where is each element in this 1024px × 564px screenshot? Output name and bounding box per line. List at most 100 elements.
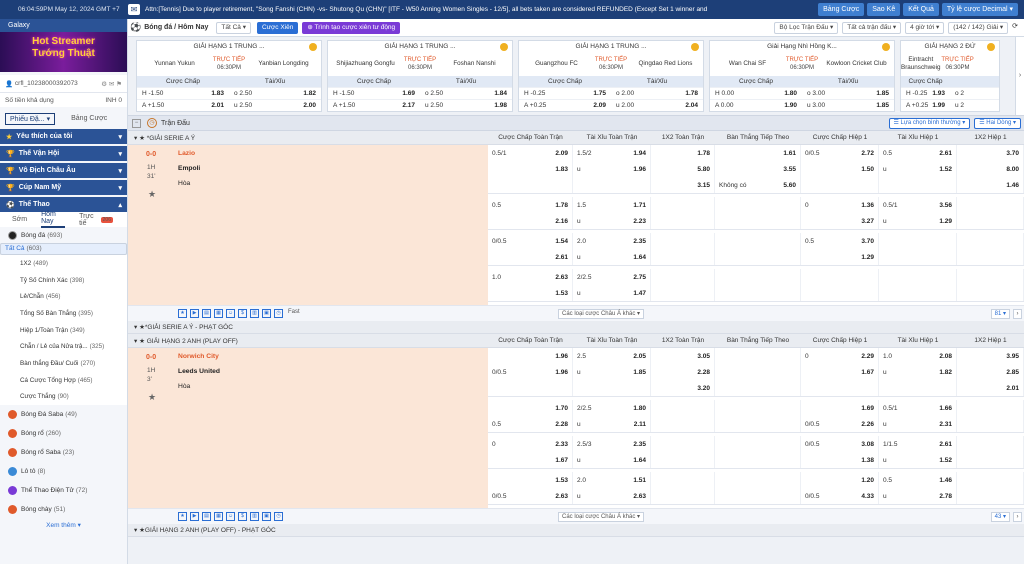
odds-cell[interactable]: 0.5/1 1.66 [879, 400, 957, 416]
market-item[interactable]: Tất Cả (603) [0, 243, 127, 255]
subtab-early[interactable]: Sớm [12, 216, 27, 223]
odds-cell[interactable]: 2.0 1.51 [573, 472, 651, 488]
scoreboard-icon[interactable]: ▦ [214, 512, 223, 521]
live-stream-icon[interactable]: ▶ [190, 309, 199, 318]
stats-icon[interactable]: ▤ [202, 309, 211, 318]
odds-cell[interactable]: 2.0 2.35 [573, 233, 651, 249]
sport-item[interactable]: Thể Thao Điện Tử (72) [0, 481, 127, 501]
home-team[interactable]: Lazio [178, 150, 195, 157]
odds-cell[interactable] [651, 488, 715, 504]
away-team[interactable]: Leeds United [178, 368, 220, 375]
favorite-icon[interactable]: ★ [178, 309, 187, 318]
sport-item[interactable]: Bóng rổ Saba (23) [0, 443, 127, 463]
next-arrow-icon[interactable]: › [1013, 511, 1022, 522]
odds-cell[interactable] [957, 285, 1024, 301]
market-item[interactable]: Chẵn / Lẻ của Nửa trậ... (325) [0, 338, 127, 356]
section-euro[interactable]: 🏆 Vô Địch Châu Âu ▾ [0, 163, 127, 178]
odds-cell[interactable] [879, 249, 957, 265]
market-item[interactable]: Lẻ/Chẵn (456) [0, 288, 127, 306]
section-favorites[interactable]: ★ Yêu thích của tôi ▾ [0, 129, 127, 144]
odds-cell[interactable]: 2/2.5 1.80 [573, 400, 651, 416]
odds-cell[interactable] [801, 177, 879, 193]
timer-icon[interactable]: ◷ [274, 309, 283, 318]
odds-cell[interactable]: 2.85 [957, 364, 1024, 380]
sport-item[interactable]: Lô tô (8) [0, 462, 127, 482]
odds-cell[interactable] [957, 436, 1024, 452]
odds-cell[interactable]: 0/0.5 1.96 [488, 364, 573, 380]
total-odd[interactable]: u 3.00 1.85 [802, 100, 894, 111]
odds-cell[interactable]: u 1.64 [573, 452, 651, 468]
odds-cell[interactable] [879, 380, 957, 396]
subtab-live[interactable]: Trực tiế [79, 213, 99, 227]
favorite-icon[interactable] [987, 43, 995, 51]
more-markets-button[interactable]: Các loại cược Châu Á khác ▾ [558, 511, 645, 522]
odds-cell[interactable] [715, 285, 801, 301]
odds-cell[interactable]: 0 2.29 [801, 348, 879, 364]
odds-cell[interactable]: 1.53 [488, 472, 573, 488]
table-icon[interactable]: ▣ [262, 309, 271, 318]
odds-cell[interactable]: 0.5/1 2.09 [488, 145, 573, 161]
odds-cell[interactable] [957, 233, 1024, 249]
section-sports[interactable]: ⚽ Thể Thao ▴ [0, 197, 127, 212]
next-arrow-icon[interactable]: › [1013, 308, 1022, 319]
odds-cell[interactable]: u 1.52 [879, 161, 957, 177]
filter-select[interactable]: Tất Cả ▾ [216, 21, 251, 34]
odds-cell[interactable]: 2.16 [488, 213, 573, 229]
home-team[interactable]: Norwich City [178, 353, 219, 360]
odds-cell[interactable]: u 2.31 [879, 416, 957, 432]
odds-cell[interactable]: u 2.11 [573, 416, 651, 432]
odds-cell[interactable] [957, 249, 1024, 265]
dollar-icon[interactable]: $ [238, 512, 247, 521]
league-count-select[interactable]: (142 / 142) Giải ▾ [948, 21, 1009, 34]
handicap-odd[interactable]: A +1.50 2.17 [328, 100, 420, 111]
odds-cell[interactable]: 5.80 [651, 161, 715, 177]
odds-cell[interactable]: u 2.23 [573, 213, 651, 229]
view-select[interactable]: ☰ Hai Dòng ▾ [974, 117, 1021, 129]
odds-cell[interactable]: 1.67 [488, 452, 573, 468]
odds-cell[interactable]: 0 2.33 [488, 436, 573, 452]
news-ticker[interactable]: Attn:[Tennis] Due to player retirement, … [145, 6, 815, 13]
odds-cell[interactable] [488, 380, 573, 396]
odds-cell[interactable]: 2/2.5 2.75 [573, 269, 651, 285]
sport-soccer[interactable]: Bóng đá (693) [0, 227, 127, 243]
odds-cell[interactable]: 1.53 [488, 285, 573, 301]
odds-cell[interactable] [957, 416, 1024, 432]
odds-cell[interactable] [651, 416, 715, 432]
odds-cell[interactable]: 0/0.5 1.54 [488, 233, 573, 249]
statement-button[interactable]: Sao Kê [867, 3, 901, 16]
market-item[interactable]: Cược Thắng (90) [0, 388, 127, 406]
total-odd[interactable]: u 2.50 1.98 [420, 100, 512, 111]
odds-cell[interactable] [651, 233, 715, 249]
handicap-odd[interactable]: H -1.50 1.83 [137, 88, 229, 99]
odds-cell[interactable] [715, 472, 801, 488]
odds-cell[interactable]: 1.50 [801, 161, 879, 177]
odds-cell[interactable] [715, 269, 801, 285]
stats-icon[interactable]: ▤ [202, 512, 211, 521]
odds-cell[interactable]: 0/0.5 2.72 [801, 145, 879, 161]
odds-cell[interactable] [879, 285, 957, 301]
favorite-star-icon[interactable]: ★ [148, 189, 156, 200]
odds-cell[interactable] [488, 177, 573, 193]
odds-cell[interactable] [801, 380, 879, 396]
market-item[interactable]: Hiệp 1/Toàn Trận (349) [0, 321, 127, 339]
odds-cell[interactable] [715, 249, 801, 265]
handicap-odd[interactable]: A 0.00 1.90 [710, 100, 802, 111]
emoji-icon[interactable]: ☺ [226, 309, 235, 318]
favorite-icon[interactable] [309, 43, 317, 51]
odds-cell[interactable] [957, 400, 1024, 416]
odds-cell[interactable] [651, 269, 715, 285]
chart-icon[interactable]: ▥ [250, 309, 259, 318]
odds-cell[interactable]: 1.46 [957, 177, 1024, 193]
odds-cell[interactable]: 0.5 1.46 [879, 472, 957, 488]
handicap-odd[interactable]: A +1.50 2.01 [137, 100, 229, 111]
odds-cell[interactable]: Không có 5.60 [715, 177, 801, 193]
odds-cell[interactable]: 0.5 3.70 [801, 233, 879, 249]
odds-cell[interactable] [715, 452, 801, 468]
total-odd[interactable]: u 2.50 2.00 [229, 100, 321, 111]
odds-cell[interactable]: 3.70 [957, 145, 1024, 161]
scoreboard-icon[interactable]: ▦ [214, 309, 223, 318]
collapse-icon[interactable]: − [132, 118, 141, 128]
favorite-icon[interactable]: ★ [178, 512, 187, 521]
odds-cell[interactable] [957, 213, 1024, 229]
handicap-odd[interactable]: H -1.50 1.69 [328, 88, 420, 99]
